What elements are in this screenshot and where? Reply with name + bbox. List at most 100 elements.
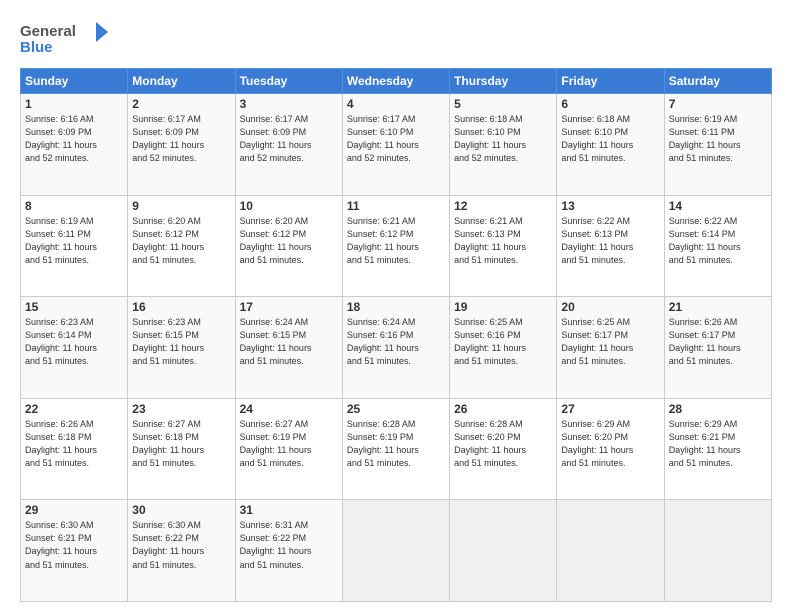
weekday-header-monday: Monday: [128, 69, 235, 94]
day-number: 27: [561, 402, 659, 416]
weekday-header-friday: Friday: [557, 69, 664, 94]
day-number: 11: [347, 199, 445, 213]
calendar-cell: 9 Sunrise: 6:20 AM Sunset: 6:12 PM Daylig…: [128, 195, 235, 297]
day-number: 14: [669, 199, 767, 213]
day-number: 30: [132, 503, 230, 517]
calendar-cell: 17Sunrise: 6:24 AM Sunset: 6:15 PM Dayli…: [235, 297, 342, 399]
weekday-header-wednesday: Wednesday: [342, 69, 449, 94]
calendar-cell: [664, 500, 771, 602]
week-row-1: 1Sunrise: 6:16 AM Sunset: 6:09 PM Daylig…: [21, 94, 772, 196]
day-number: 2: [132, 97, 230, 111]
day-number: 16: [132, 300, 230, 314]
day-info: Sunrise: 6:22 AM Sunset: 6:13 PM Dayligh…: [561, 215, 659, 267]
day-number: 22: [25, 402, 123, 416]
day-info: Sunrise: 6:19 AM Sunset: 6:11 PM Dayligh…: [669, 113, 767, 165]
svg-text:Blue: Blue: [20, 39, 53, 56]
day-info: Sunrise: 6:25 AM Sunset: 6:16 PM Dayligh…: [454, 316, 552, 368]
week-row-4: 22Sunrise: 6:26 AM Sunset: 6:18 PM Dayli…: [21, 398, 772, 500]
day-number: 3: [240, 97, 338, 111]
calendar-cell: 31 Sunrise: 6:31 AM Sunset: 6:22 PM Dayli…: [235, 500, 342, 602]
day-info: Sunrise: 6:30 AM Sunset: 6:22 PM Dayligh…: [132, 519, 230, 571]
day-number: 4: [347, 97, 445, 111]
header: General Blue: [20, 18, 772, 58]
day-info: Sunrise: 6:27 AM Sunset: 6:18 PM Dayligh…: [132, 418, 230, 470]
calendar-cell: 28Sunrise: 6:29 AM Sunset: 6:21 PM Dayli…: [664, 398, 771, 500]
calendar-cell: 25 Sunrise: 6:28 AM Sunset: 6:19 PM Dayli…: [342, 398, 449, 500]
calendar-cell: 15 Sunrise: 6:23 AM Sunset: 6:14 PM Dayli…: [21, 297, 128, 399]
day-info: Sunrise: 6:29 AM Sunset: 6:20 PM Dayligh…: [561, 418, 659, 470]
day-info: Sunrise: 6:17 AM Sunset: 6:09 PM Dayligh…: [240, 113, 338, 165]
day-info: Sunrise: 6:20 AM Sunset: 6:12 PM Dayligh…: [240, 215, 338, 267]
calendar-cell: [450, 500, 557, 602]
day-number: 10: [240, 199, 338, 213]
calendar-cell: [342, 500, 449, 602]
calendar-cell: 18 Sunrise: 6:24 AM Sunset: 6:16 PM Dayli…: [342, 297, 449, 399]
day-info: Sunrise: 6:28 AM Sunset: 6:19 PM Dayligh…: [347, 418, 445, 470]
calendar-cell: 27 Sunrise: 6:29 AM Sunset: 6:20 PM Dayli…: [557, 398, 664, 500]
day-info: Sunrise: 6:20 AM Sunset: 6:12 PM Dayligh…: [132, 215, 230, 267]
calendar-cell: 12 Sunrise: 6:21 AM Sunset: 6:13 PM Dayli…: [450, 195, 557, 297]
day-number: 5: [454, 97, 552, 111]
day-number: 6: [561, 97, 659, 111]
calendar-cell: 19Sunrise: 6:25 AM Sunset: 6:16 PM Dayli…: [450, 297, 557, 399]
day-info: Sunrise: 6:21 AM Sunset: 6:12 PM Dayligh…: [347, 215, 445, 267]
day-info: Sunrise: 6:17 AM Sunset: 6:10 PM Dayligh…: [347, 113, 445, 165]
calendar-cell: 14Sunrise: 6:22 AM Sunset: 6:14 PM Dayli…: [664, 195, 771, 297]
day-info: Sunrise: 6:31 AM Sunset: 6:22 PM Dayligh…: [240, 519, 338, 571]
calendar-cell: 16 Sunrise: 6:23 AM Sunset: 6:15 PM Dayli…: [128, 297, 235, 399]
day-number: 21: [669, 300, 767, 314]
day-number: 29: [25, 503, 123, 517]
day-number: 31: [240, 503, 338, 517]
logo: General Blue: [20, 18, 110, 58]
calendar-cell: 8 Sunrise: 6:19 AM Sunset: 6:11 PM Daylig…: [21, 195, 128, 297]
week-row-3: 15 Sunrise: 6:23 AM Sunset: 6:14 PM Dayli…: [21, 297, 772, 399]
calendar-cell: 4 Sunrise: 6:17 AM Sunset: 6:10 PM Daylig…: [342, 94, 449, 196]
day-info: Sunrise: 6:18 AM Sunset: 6:10 PM Dayligh…: [561, 113, 659, 165]
svg-text:General: General: [20, 23, 76, 40]
calendar-cell: 3 Sunrise: 6:17 AM Sunset: 6:09 PM Daylig…: [235, 94, 342, 196]
calendar-cell: 22Sunrise: 6:26 AM Sunset: 6:18 PM Dayli…: [21, 398, 128, 500]
calendar-cell: 10 Sunrise: 6:20 AM Sunset: 6:12 PM Dayli…: [235, 195, 342, 297]
day-number: 15: [25, 300, 123, 314]
day-number: 8: [25, 199, 123, 213]
day-number: 25: [347, 402, 445, 416]
calendar-cell: 30 Sunrise: 6:30 AM Sunset: 6:22 PM Dayli…: [128, 500, 235, 602]
day-info: Sunrise: 6:19 AM Sunset: 6:11 PM Dayligh…: [25, 215, 123, 267]
day-number: 17: [240, 300, 338, 314]
day-info: Sunrise: 6:24 AM Sunset: 6:16 PM Dayligh…: [347, 316, 445, 368]
day-info: Sunrise: 6:23 AM Sunset: 6:15 PM Dayligh…: [132, 316, 230, 368]
calendar-table: SundayMondayTuesdayWednesdayThursdayFrid…: [20, 68, 772, 602]
calendar-cell: 2 Sunrise: 6:17 AM Sunset: 6:09 PM Daylig…: [128, 94, 235, 196]
calendar-cell: 11 Sunrise: 6:21 AM Sunset: 6:12 PM Dayli…: [342, 195, 449, 297]
weekday-header-sunday: Sunday: [21, 69, 128, 94]
page: General Blue SundayMondayTuesdayWednesda…: [0, 0, 792, 612]
day-number: 9: [132, 199, 230, 213]
day-number: 13: [561, 199, 659, 213]
day-number: 18: [347, 300, 445, 314]
day-info: Sunrise: 6:16 AM Sunset: 6:09 PM Dayligh…: [25, 113, 123, 165]
calendar-cell: 23Sunrise: 6:27 AM Sunset: 6:18 PM Dayli…: [128, 398, 235, 500]
generalblue-logo-icon: General Blue: [20, 18, 110, 58]
day-number: 7: [669, 97, 767, 111]
calendar-cell: 6 Sunrise: 6:18 AM Sunset: 6:10 PM Daylig…: [557, 94, 664, 196]
weekday-header-thursday: Thursday: [450, 69, 557, 94]
calendar-cell: 21 Sunrise: 6:26 AM Sunset: 6:17 PM Dayli…: [664, 297, 771, 399]
calendar-cell: 13 Sunrise: 6:22 AM Sunset: 6:13 PM Dayli…: [557, 195, 664, 297]
day-info: Sunrise: 6:28 AM Sunset: 6:20 PM Dayligh…: [454, 418, 552, 470]
weekday-header-row: SundayMondayTuesdayWednesdayThursdayFrid…: [21, 69, 772, 94]
day-info: Sunrise: 6:26 AM Sunset: 6:17 PM Dayligh…: [669, 316, 767, 368]
calendar-cell: 24Sunrise: 6:27 AM Sunset: 6:19 PM Dayli…: [235, 398, 342, 500]
calendar-cell: 7 Sunrise: 6:19 AM Sunset: 6:11 PM Daylig…: [664, 94, 771, 196]
day-number: 28: [669, 402, 767, 416]
day-info: Sunrise: 6:17 AM Sunset: 6:09 PM Dayligh…: [132, 113, 230, 165]
calendar-cell: 5Sunrise: 6:18 AM Sunset: 6:10 PM Daylig…: [450, 94, 557, 196]
calendar-cell: 20Sunrise: 6:25 AM Sunset: 6:17 PM Dayli…: [557, 297, 664, 399]
weekday-header-saturday: Saturday: [664, 69, 771, 94]
day-number: 20: [561, 300, 659, 314]
day-info: Sunrise: 6:21 AM Sunset: 6:13 PM Dayligh…: [454, 215, 552, 267]
day-info: Sunrise: 6:23 AM Sunset: 6:14 PM Dayligh…: [25, 316, 123, 368]
day-number: 12: [454, 199, 552, 213]
day-number: 26: [454, 402, 552, 416]
week-row-5: 29Sunrise: 6:30 AM Sunset: 6:21 PM Dayli…: [21, 500, 772, 602]
day-number: 24: [240, 402, 338, 416]
